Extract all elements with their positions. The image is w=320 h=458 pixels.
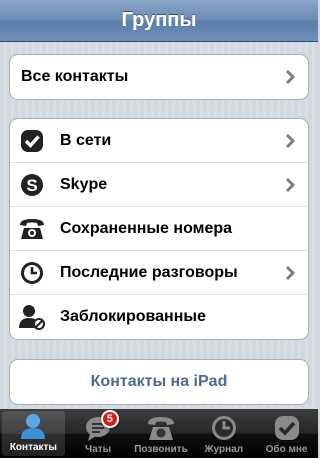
contacts-icon — [18, 411, 48, 441]
unread-badge: 5 — [100, 410, 119, 428]
ipad-contacts-button[interactable]: Контакты на iPad — [10, 360, 308, 404]
tab-label: Обо мне — [265, 444, 308, 455]
profile-check-icon — [272, 413, 302, 443]
group-row-online[interactable]: В сети — [10, 119, 308, 163]
group-row-recent-calls[interactable]: Последние разговоры — [10, 251, 308, 295]
page-title: Группы — [121, 9, 197, 31]
group-label-skype: Skype — [60, 175, 108, 193]
history-icon — [209, 413, 239, 443]
tab-history[interactable]: Журнал — [192, 409, 255, 458]
chevron-right-icon — [285, 70, 296, 84]
all-contacts-group: Все контакты — [9, 54, 309, 100]
tab-label: Контакты — [9, 442, 57, 453]
tab-profile[interactable]: Обо мне — [255, 409, 318, 458]
group-label-saved-numbers: Сохраненные номера — [60, 219, 233, 237]
tab-contacts[interactable]: Контакты — [2, 411, 65, 456]
group-row-saved-numbers[interactable]: Сохраненные номера — [10, 207, 308, 251]
chevron-right-icon — [285, 133, 296, 148]
skype-icon: S — [18, 171, 46, 199]
tab-label: Позвонить — [134, 444, 188, 455]
all-contacts-row[interactable]: Все контакты — [10, 55, 308, 99]
tab-call[interactable]: Позвонить — [130, 409, 193, 458]
group-label-online: В сети — [60, 131, 112, 149]
phone-icon — [18, 215, 46, 243]
group-label-recent-calls: Последние разговоры — [60, 263, 238, 281]
ipad-contacts-group: Контакты на iPad — [9, 359, 309, 405]
group-row-skype[interactable]: S Skype — [10, 163, 308, 207]
call-icon — [146, 413, 176, 443]
tab-bar: Контакты 5 Чаты Позвонить Журнал Обо мне — [0, 409, 318, 458]
chevron-right-icon — [285, 265, 296, 280]
ipad-contacts-label: Контакты на iPad — [90, 373, 228, 390]
all-contacts-label: Все контакты — [21, 68, 129, 85]
tab-label: Чаты — [85, 444, 112, 455]
tab-label: Журнал — [204, 444, 244, 455]
group-row-blocked[interactable]: Заблокированные — [10, 295, 308, 339]
chevron-right-icon — [285, 177, 296, 192]
groups-list: В сети S Skype Сохраненные номера Послед… — [9, 118, 309, 340]
blocked-user-icon — [18, 303, 46, 331]
tab-chats[interactable]: 5 Чаты — [67, 409, 130, 458]
svg-text:S: S — [26, 176, 37, 195]
navigation-bar: Группы — [0, 0, 318, 42]
online-check-icon — [18, 127, 46, 155]
clock-icon — [18, 259, 46, 287]
group-label-blocked: Заблокированные — [60, 308, 206, 325]
